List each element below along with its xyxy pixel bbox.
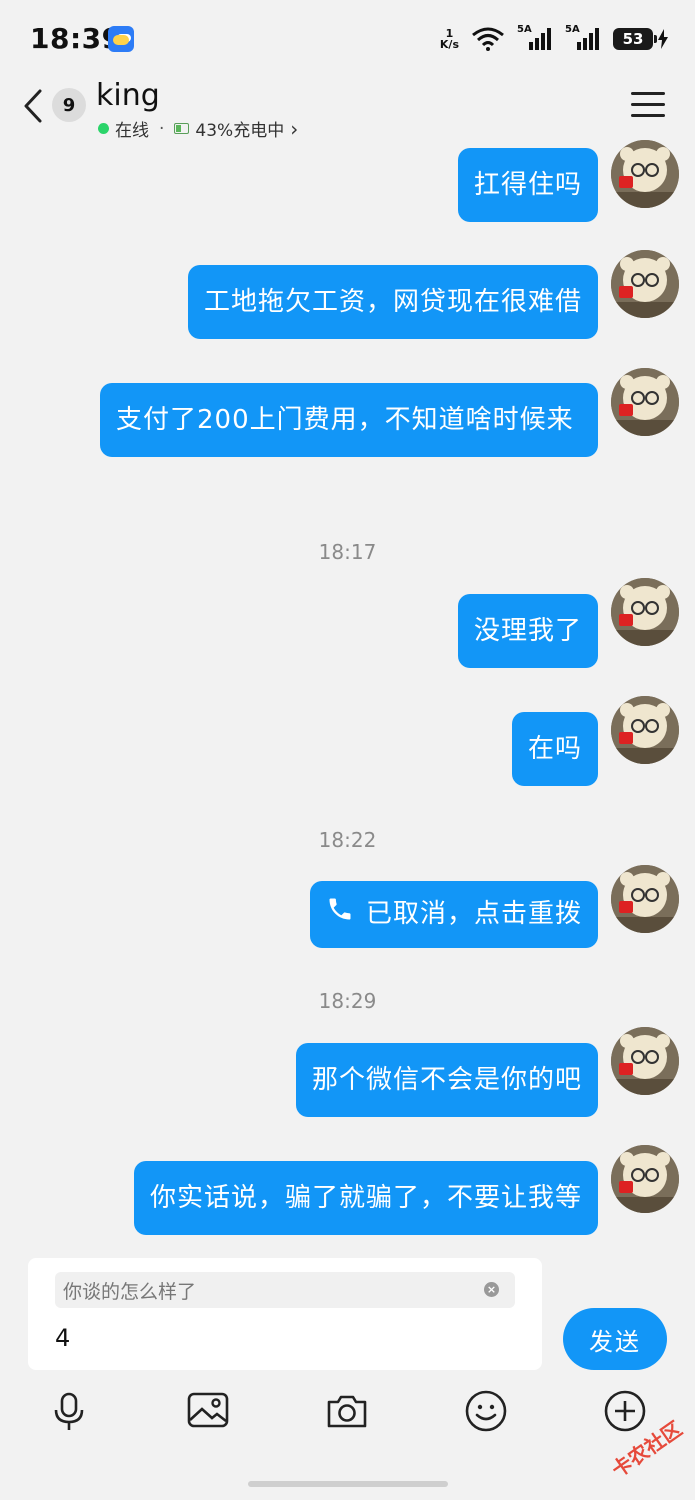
phone-icon (326, 894, 354, 936)
message-bubble[interactable]: 支付了200上门费用，不知道啥时候来 (100, 383, 598, 457)
chevron-left-icon (24, 89, 42, 123)
message-timestamp: 18:17 (318, 540, 377, 564)
plus-icon[interactable] (602, 1388, 648, 1434)
my-avatar[interactable] (611, 1027, 679, 1095)
message-timestamp: 18:29 (318, 989, 377, 1013)
status-bar: 18:39 1 K/s 5A 5A 53 (0, 0, 695, 78)
online-dot-icon (98, 123, 109, 134)
bear-avatar-image (611, 865, 679, 933)
my-avatar[interactable] (611, 578, 679, 646)
sim2-tag: 5A (565, 24, 580, 35)
bear-avatar-image (611, 250, 679, 318)
message-input[interactable]: 4 (55, 1324, 70, 1352)
call-record-label: 已取消，点击重拨 (365, 899, 582, 929)
message-bubble[interactable]: 扛得住吗 (457, 148, 598, 222)
device-battery-status: 43%充电中 (195, 121, 285, 141)
menu-icon-line (631, 103, 665, 106)
message-bubble[interactable]: 没理我了 (457, 594, 598, 668)
status-indicators: 1 K/s 5A 5A 53 (440, 24, 669, 54)
call-record-bubble[interactable]: 已取消，点击重拨 (309, 881, 598, 948)
chat-header: 9 king 在线 · 43%充电中 › (0, 78, 695, 141)
back-button[interactable] (20, 88, 48, 124)
quoted-message-bar[interactable]: 你谈的怎么样了 × (55, 1272, 515, 1308)
home-indicator[interactable] (248, 1481, 448, 1487)
emoji-icon[interactable] (463, 1388, 509, 1434)
more-menu-button[interactable] (631, 92, 665, 120)
battery-icon: 53 (613, 28, 657, 50)
bear-avatar-image (611, 1145, 679, 1213)
send-button[interactable]: 发送 (563, 1308, 667, 1370)
my-avatar[interactable] (611, 1145, 679, 1213)
microphone-icon[interactable] (46, 1388, 92, 1434)
my-avatar[interactable] (611, 140, 679, 208)
message-input-box[interactable]: 你谈的怎么样了 × 4 (28, 1258, 542, 1370)
my-avatar[interactable] (611, 696, 679, 764)
contact-name[interactable]: king (96, 78, 160, 113)
sim1-tag: 5A (517, 24, 532, 35)
wifi-icon (471, 27, 505, 51)
message-timestamp: 18:22 (318, 828, 377, 852)
message-bubble[interactable]: 在吗 (511, 712, 598, 786)
chat-screen: 18:39 1 K/s 5A 5A 53 9 king 在线 · 43%充电中 … (0, 0, 695, 1500)
status-separator: · (159, 118, 165, 139)
bear-avatar-image (611, 696, 679, 764)
image-icon[interactable] (185, 1388, 231, 1434)
battery-indicator: 53 (613, 28, 669, 50)
message-bubble[interactable]: 你实话说，骗了就骗了，不要让我等 (133, 1161, 598, 1235)
sim1-signal: 5A (517, 24, 553, 52)
bear-avatar-image (611, 1027, 679, 1095)
my-avatar[interactable] (611, 865, 679, 933)
menu-icon-line (631, 92, 665, 95)
message-list[interactable]: 扛得住吗 工地拖欠工资，网贷现在很难借 支付了200上门费用，不知道啥时候来 1… (0, 140, 695, 1248)
unread-count-badge[interactable]: 9 (52, 88, 86, 122)
composer-toolbar (0, 1388, 695, 1448)
clear-quote-icon[interactable]: × (484, 1282, 499, 1297)
network-speed: 1 K/s (440, 28, 459, 50)
device-battery-icon (174, 123, 190, 134)
message-bubble[interactable]: 工地拖欠工资，网贷现在很难借 (187, 265, 598, 339)
network-speed-unit: K/s (439, 38, 459, 51)
bear-avatar-image (611, 578, 679, 646)
composer-area: 你谈的怎么样了 × 4 发送 卡农社区 (0, 1248, 695, 1500)
charging-bolt-icon (658, 29, 668, 49)
my-avatar[interactable] (611, 368, 679, 436)
presence-status[interactable]: 在线 · 43%充电中 › (98, 116, 298, 141)
weather-icon (108, 26, 134, 52)
menu-icon-line (631, 114, 665, 117)
online-status-label: 在线 (115, 121, 149, 141)
camera-icon[interactable] (324, 1388, 370, 1434)
my-avatar[interactable] (611, 250, 679, 318)
quoted-message-text: 你谈的怎么样了 (63, 1281, 197, 1303)
bear-avatar-image (611, 368, 679, 436)
message-bubble[interactable]: 那个微信不会是你的吧 (295, 1043, 598, 1117)
chevron-right-icon: › (290, 116, 299, 141)
sim2-signal: 5A (565, 24, 601, 52)
bear-avatar-image (611, 140, 679, 208)
